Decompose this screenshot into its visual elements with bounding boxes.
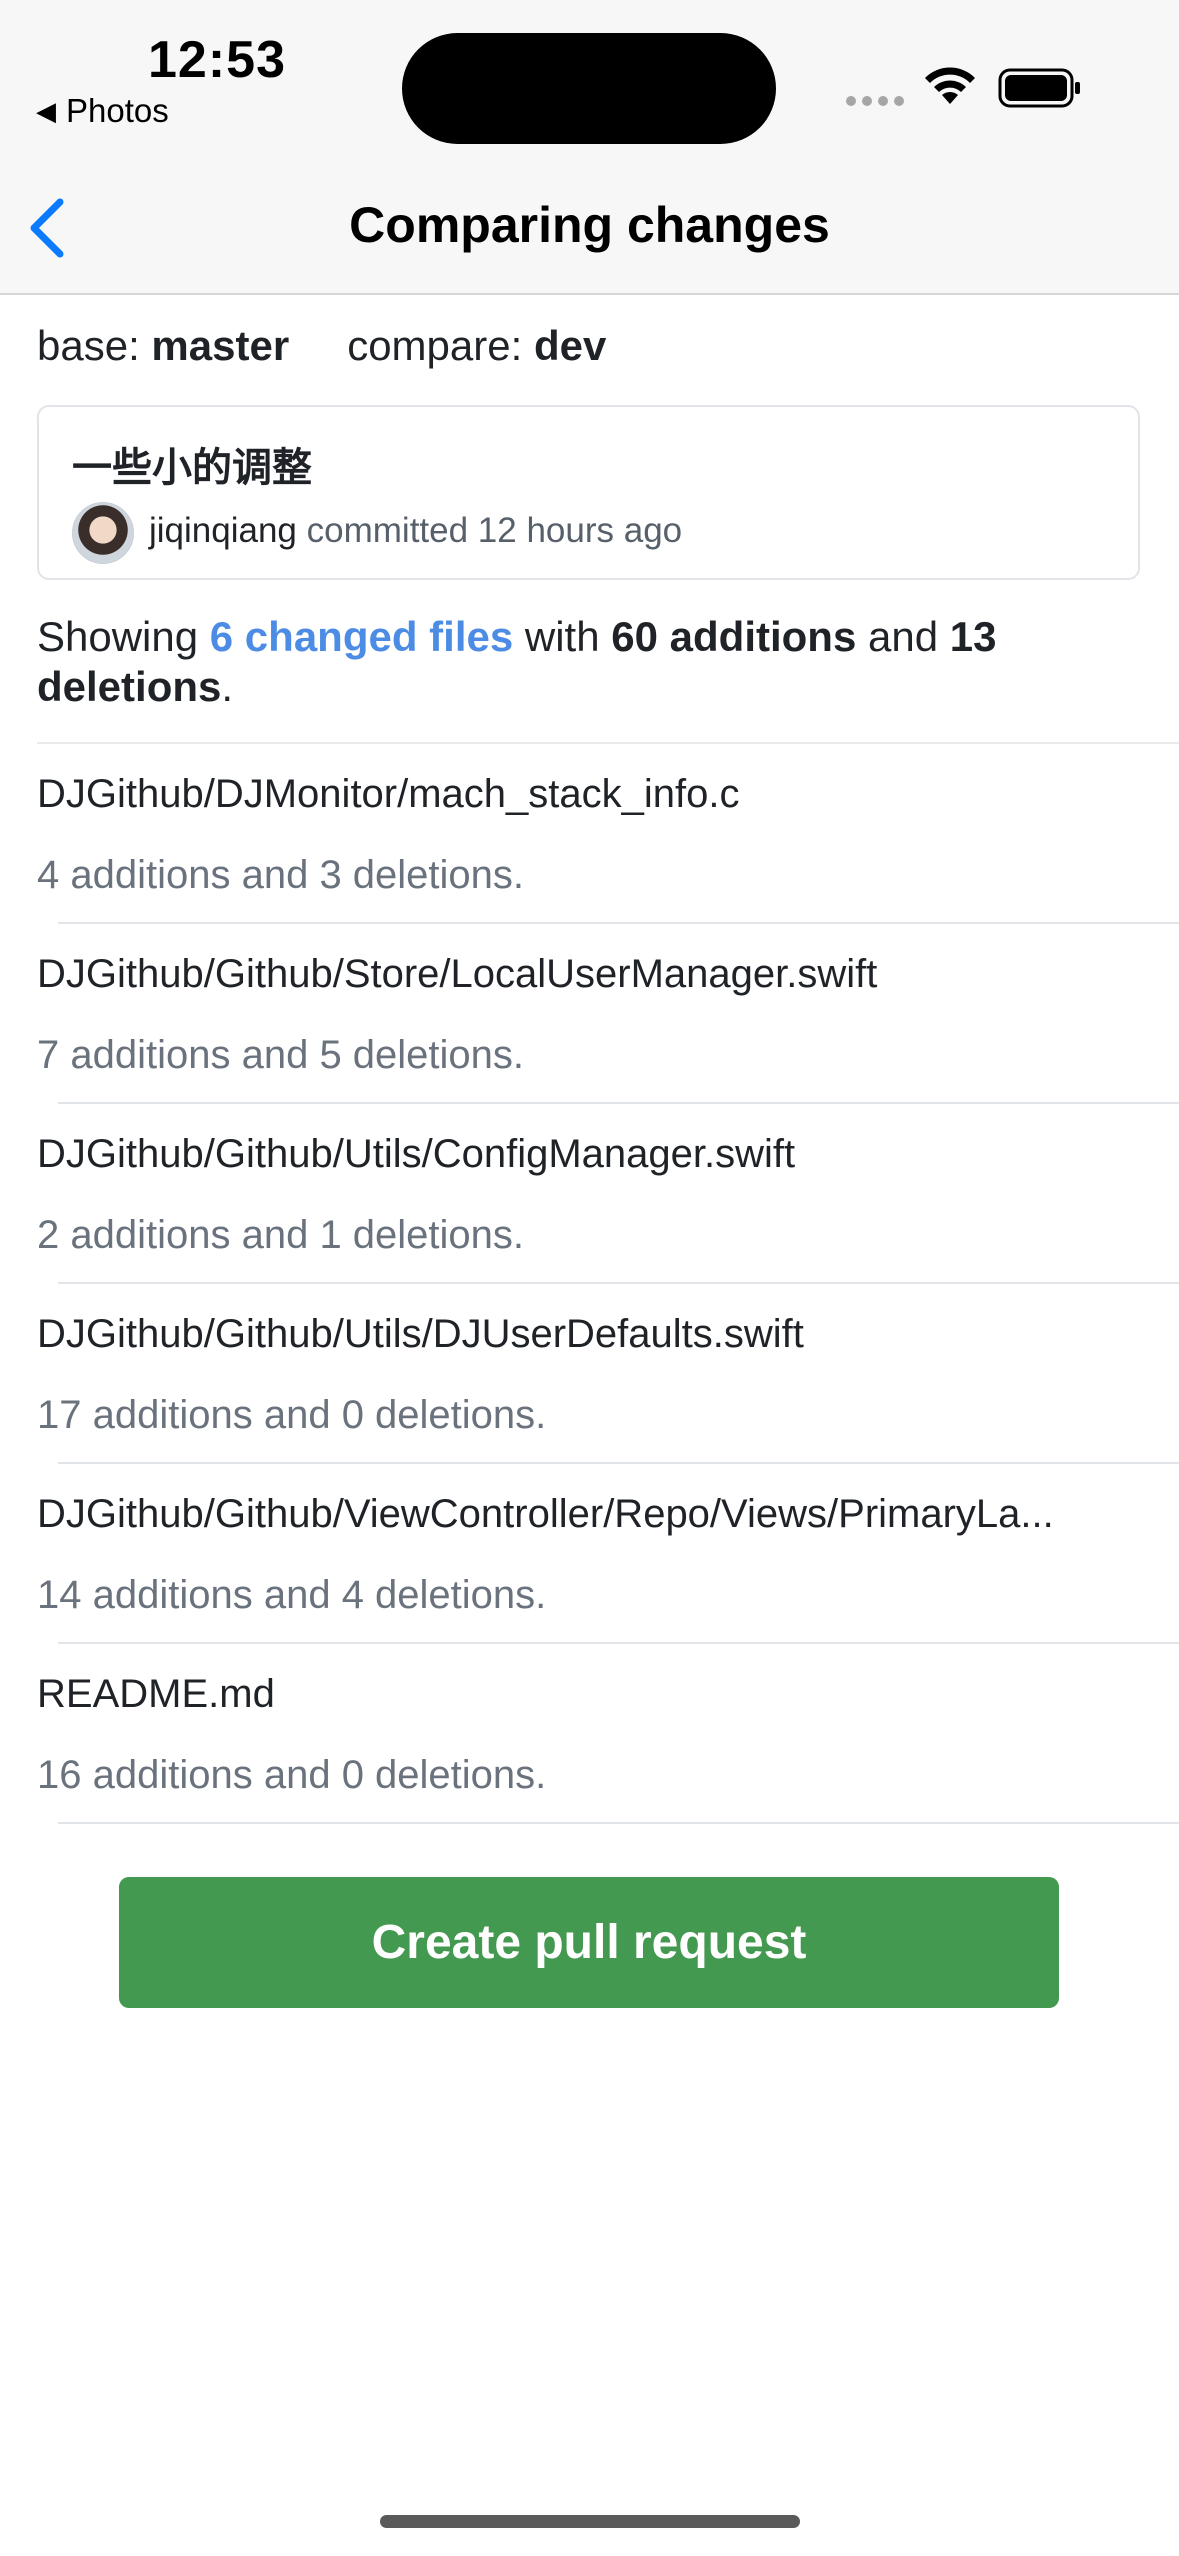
file-path: README.md [37,1672,275,1716]
changes-summary: Showing 6 changed files with 60 addition… [37,612,1137,712]
status-time: 12:53 [148,31,286,89]
dynamic-island [402,33,776,144]
file-row[interactable]: README.md 16 additions and 0 deletions. [0,1642,1179,1822]
changed-files-list: DJGithub/DJMonitor/mach_stack_info.c 4 a… [0,742,1179,1824]
file-row[interactable]: DJGithub/DJMonitor/mach_stack_info.c 4 a… [0,742,1179,922]
battery-icon [998,68,1080,108]
list-divider [58,1822,1179,1824]
file-path: DJGithub/Github/Utils/DJUserDefaults.swi… [37,1312,804,1356]
commit-card[interactable]: 一些小的调整 jiqinqiang committed 12 hours ago [37,405,1140,580]
file-stats: 2 additions and 1 deletions. [37,1213,525,1257]
file-stats: 17 additions and 0 deletions. [37,1393,547,1437]
file-row[interactable]: DJGithub/Github/Utils/DJUserDefaults.swi… [0,1282,1179,1462]
back-triangle-icon: ◀ [36,95,56,126]
navigation-header: 12:53 ◀ Photos Comparing changes [0,0,1179,295]
file-stats: 4 additions and 3 deletions. [37,853,525,897]
summary-suffix: . [221,663,234,710]
wifi-icon [925,67,975,104]
summary-and: and [868,613,939,660]
branch-comparison: base: master compare: dev [37,322,606,370]
base-branch: master [151,322,290,369]
additions-count: 60 additions [611,613,857,660]
home-indicator[interactable] [380,2515,800,2528]
return-app-label: Photos [66,92,169,129]
file-stats: 14 additions and 4 deletions. [37,1573,547,1617]
commit-time: committed 12 hours ago [306,511,683,550]
return-to-app-link[interactable]: ◀ Photos [36,92,169,130]
create-pull-request-button[interactable]: Create pull request [119,1877,1059,2008]
changed-files-link[interactable]: 6 changed files [210,613,513,660]
cellular-icon [846,96,904,106]
file-stats: 16 additions and 0 deletions. [37,1753,547,1797]
compare-label: compare: [347,322,523,369]
avatar [72,502,134,564]
file-row[interactable]: DJGithub/Github/Store/LocalUserManager.s… [0,922,1179,1102]
file-stats: 7 additions and 5 deletions. [37,1033,525,1077]
file-row[interactable]: DJGithub/Github/Utils/ConfigManager.swif… [0,1102,1179,1282]
summary-middle: with [524,613,600,660]
commit-meta: jiqinqiang committed 12 hours ago [149,511,682,551]
commit-message: 一些小的调整 [72,445,312,491]
file-path: DJGithub/Github/ViewController/Repo/View… [37,1492,1054,1536]
file-path: DJGithub/DJMonitor/mach_stack_info.c [37,772,740,816]
file-row[interactable]: DJGithub/Github/ViewController/Repo/View… [0,1462,1179,1642]
base-label: base: [37,322,140,369]
summary-prefix: Showing [37,613,199,660]
file-path: DJGithub/Github/Utils/ConfigManager.swif… [37,1132,796,1176]
compare-branch: dev [533,322,607,369]
commit-author: jiqinqiang [149,511,297,550]
file-path: DJGithub/Github/Store/LocalUserManager.s… [37,952,878,996]
page-title: Comparing changes [349,197,830,253]
